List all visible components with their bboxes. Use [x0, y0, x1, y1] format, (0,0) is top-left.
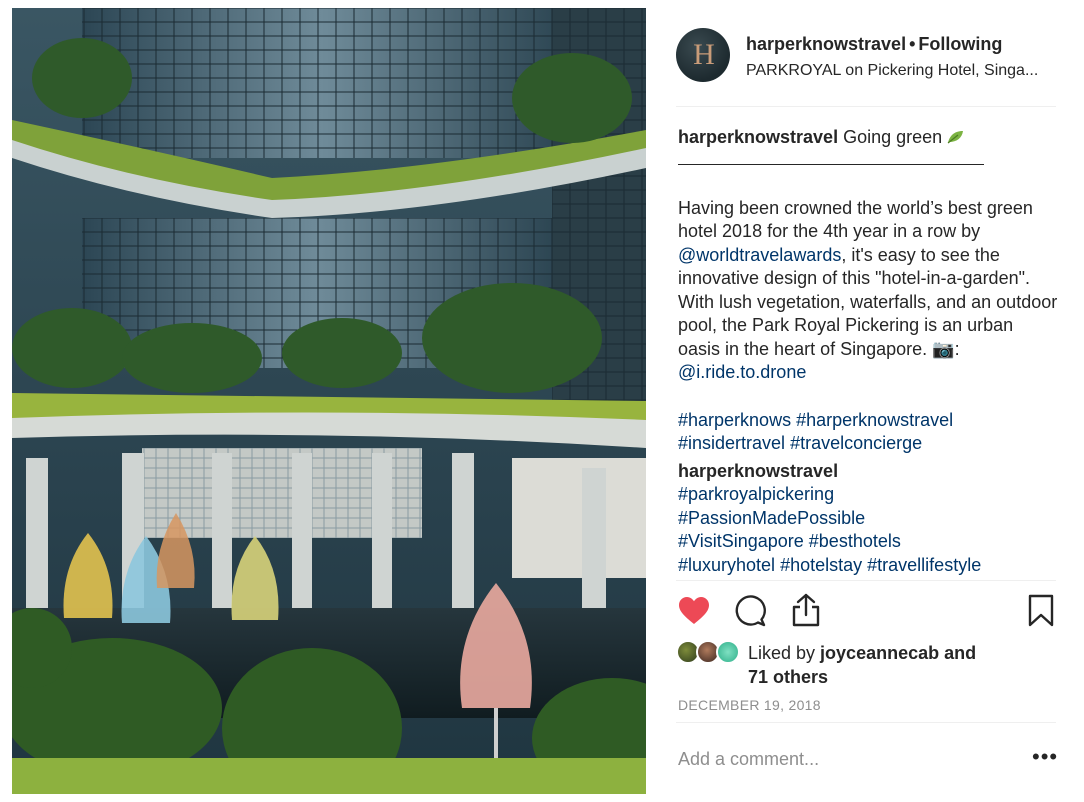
actions-divider [676, 580, 1056, 581]
header-username[interactable]: harperknowstravel [746, 34, 906, 54]
mention-i-ride-to-drone[interactable]: @i.ride.to.drone [678, 362, 806, 382]
caption-body: Having been crowned the world’s best gre… [678, 197, 1060, 385]
post-date[interactable]: DECEMBER 19, 2018 [678, 697, 821, 713]
hashtag-link[interactable]: #VisitSingapore [678, 531, 804, 551]
header-user-row: harperknowstravel • Following [746, 34, 1002, 55]
likes-others-link[interactable]: 71 others [748, 667, 828, 687]
avatar[interactable]: H [676, 28, 730, 82]
caption-body-part-1: Having been crowned the world’s best gre… [678, 197, 1033, 242]
liker-username[interactable]: joyceannecab [820, 643, 939, 663]
caption-headline-text: Going green [843, 127, 943, 147]
hashtag-link[interactable]: #harperknowstravel [796, 410, 953, 430]
following-button[interactable]: Following [918, 34, 1002, 54]
hashtag-link[interactable]: #PassionMadePossible [678, 508, 865, 528]
hashtag-link[interactable]: #besthotels [809, 531, 901, 551]
likes-text: Liked by joyceannecab and 71 others [748, 642, 976, 689]
hashtag-link[interactable]: #travellifestyle [867, 555, 981, 575]
post-photo[interactable] [12, 8, 646, 794]
hashtag-link[interactable]: #harperknows [678, 410, 791, 430]
more-options-icon[interactable]: ••• [1032, 744, 1058, 770]
avatar-monogram: H [693, 38, 715, 71]
mention-worldtravelawards[interactable]: @worldtravelawards [678, 245, 841, 265]
post-side-panel: H harperknowstravel • Following PARKROYAL … [668, 0, 1068, 802]
caption-hashtags: #harperknows #harperknowstravel #insidert… [678, 409, 1060, 456]
likes-prefix: Liked by [748, 643, 821, 663]
caption-username[interactable]: harperknowstravel [678, 127, 838, 147]
leaf-emoji-icon [947, 131, 964, 144]
liker-avatar[interactable] [716, 640, 740, 664]
post-header: H harperknowstravel • Following PARKROYAL … [676, 26, 1058, 88]
heart-icon[interactable] [678, 596, 710, 626]
comment-icon[interactable] [734, 595, 766, 627]
bookmark-icon[interactable] [1028, 594, 1054, 628]
hashtag-link[interactable]: #parkroyalpickering [678, 484, 834, 504]
caption-headline: harperknowstravel Going green [678, 126, 1060, 150]
header-divider [676, 106, 1056, 107]
caption-underline [678, 163, 984, 165]
location-link[interactable]: PARKROYAL on Pickering Hotel, Singa... [746, 62, 1038, 80]
hashtag-link[interactable]: #hotelstay [780, 555, 862, 575]
likes-middle: and [939, 643, 977, 663]
separator-dot: • [909, 34, 916, 54]
hotel-garden-photo [12, 8, 646, 794]
hashtag-link[interactable]: #travelconcierge [790, 433, 922, 453]
hashtag-link[interactable]: #luxuryhotel [678, 555, 775, 575]
post-actions [676, 592, 1060, 632]
comment-input[interactable]: Add a comment... [678, 749, 819, 770]
comment-divider [676, 722, 1056, 723]
post-caption: harperknowstravel Going green Having bee… [678, 126, 1060, 577]
owner-comment: harperknowstravel #parkroyalpickering #P… [678, 460, 1060, 578]
likes-summary: Liked by joyceannecab and 71 others [676, 638, 1060, 688]
comment-username[interactable]: harperknowstravel [678, 460, 1060, 484]
share-icon[interactable] [790, 593, 822, 627]
hashtag-link[interactable]: #insidertravel [678, 433, 785, 453]
